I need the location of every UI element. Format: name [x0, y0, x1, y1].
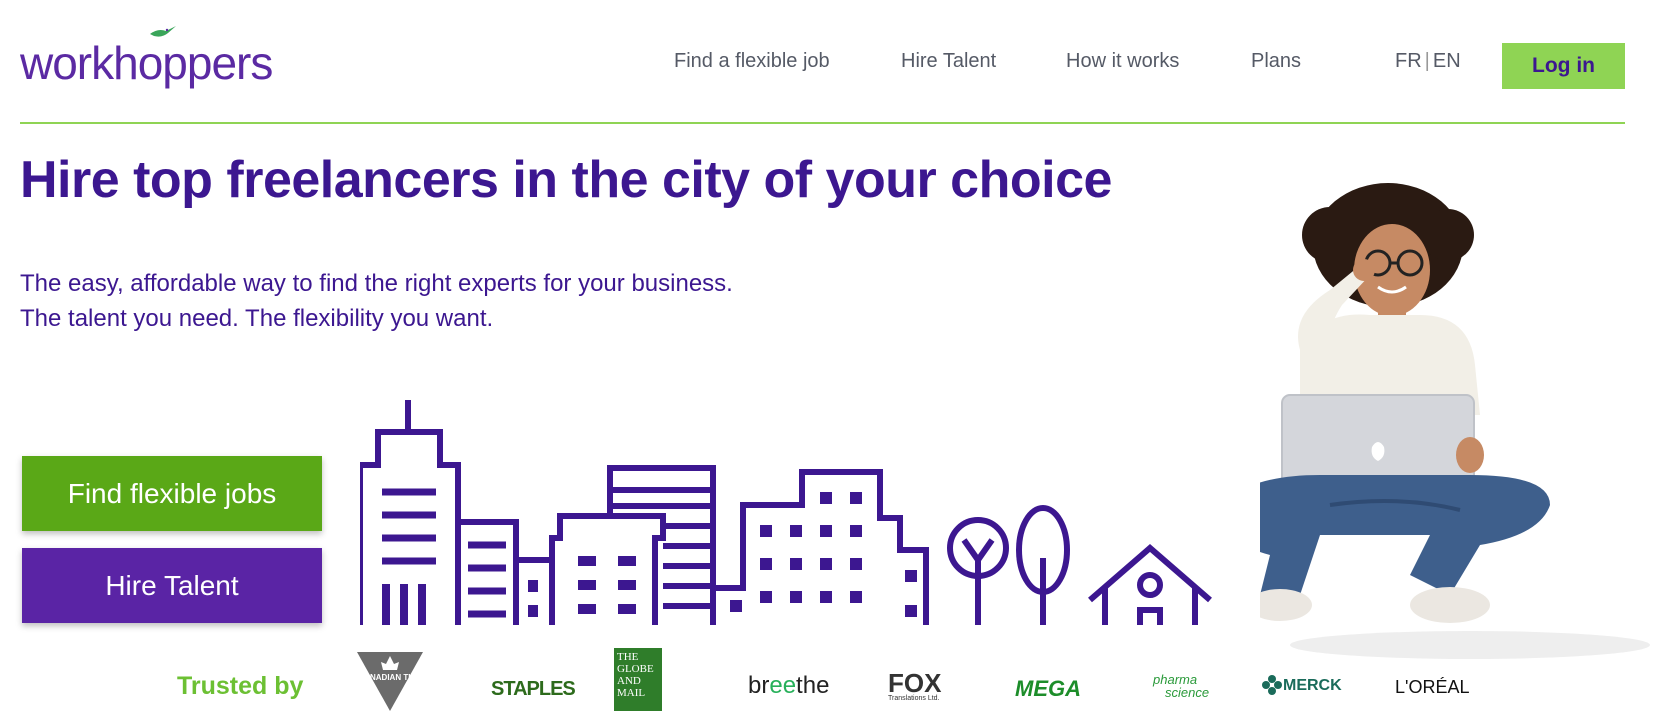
hero-subtitle-line1: The easy, affordable way to find the rig… [20, 270, 733, 297]
main-nav: Find a flexible job Hire Talent How it w… [0, 50, 1653, 80]
find-flexible-jobs-button[interactable]: Find flexible jobs [22, 456, 322, 531]
trusted-by-label: Trusted by [177, 672, 304, 700]
login-button[interactable]: Log in [1502, 43, 1625, 89]
breethe-logo: breethe [748, 672, 829, 700]
nav-plans[interactable]: Plans [1251, 50, 1301, 73]
city-skyline-illustration [360, 400, 1212, 625]
pharmascience-logo: pharma science [1153, 673, 1209, 699]
fox-translations-subtext: Translations Ltd. [888, 695, 940, 702]
woman-with-laptop-photo [1260, 183, 1650, 659]
nav-find-flexible-job[interactable]: Find a flexible job [674, 50, 830, 73]
merck-icon [1262, 675, 1282, 695]
breethe-text-pre: br [748, 672, 770, 699]
hero-title: Hire top freelancers in the city of your… [20, 151, 1112, 209]
header-divider [20, 122, 1625, 124]
merck-logo: MERCK [1283, 677, 1342, 694]
nav-how-it-works[interactable]: How it works [1066, 50, 1179, 73]
breethe-text-ee: ee [769, 672, 797, 699]
loreal-logo: L'ORÉAL [1395, 677, 1470, 697]
lang-separator: | [1424, 50, 1430, 72]
hero-subtitle-line2: The talent you need. The flexibility you… [20, 305, 494, 332]
staples-logo: STAPLES [491, 678, 576, 700]
globe-and-mail-text: THE GLOBE AND MAIL [617, 651, 654, 699]
globe-and-mail-logo: THE GLOBE AND MAIL [614, 648, 662, 711]
pharmascience-text-line2: science [1165, 685, 1210, 700]
canadian-tire-text: CANADIAN TIRE [358, 673, 422, 682]
lang-fr-link[interactable]: FR [1395, 50, 1422, 72]
language-switcher: FR | EN [1395, 50, 1461, 73]
canadian-tire-logo: CANADIAN TIRE [357, 652, 423, 711]
nav-hire-talent[interactable]: Hire Talent [901, 50, 996, 73]
hire-talent-button[interactable]: Hire Talent [22, 548, 322, 623]
breethe-text-post: the [796, 672, 830, 699]
lang-en-link[interactable]: EN [1433, 50, 1461, 72]
mega-logo: MEGA [1015, 676, 1081, 701]
